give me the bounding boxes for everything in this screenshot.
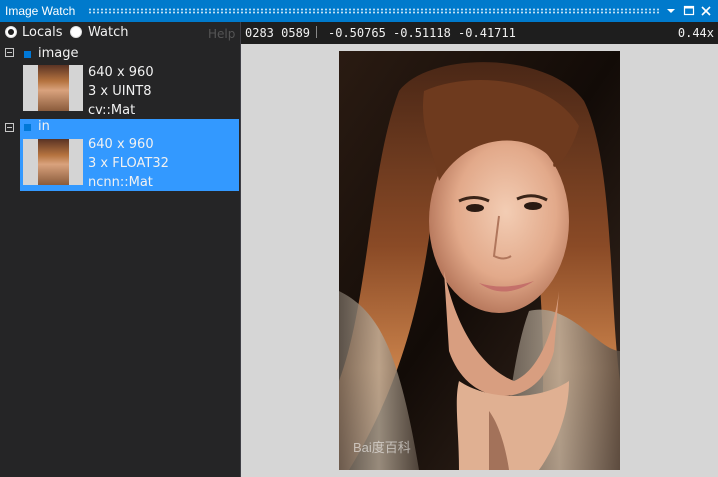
pixel-coordinates: 0283 0589	[245, 26, 311, 40]
image-thumbnail	[23, 139, 83, 185]
list-item-image[interactable]: image 640 x 960 3 x UINT8 cv::Mat	[0, 44, 240, 118]
item-name: image	[38, 46, 79, 61]
scope-selector: Locals Watch	[0, 22, 240, 44]
item-info: 640 x 960 3 x FLOAT32 ncnn::Mat	[88, 135, 169, 192]
item-size: 640 x 960	[88, 137, 154, 152]
thumbnail-picture	[38, 139, 69, 185]
help-label[interactable]: Help	[208, 27, 235, 41]
item-class: ncnn::Mat	[88, 175, 153, 190]
title-bar: Image Watch	[0, 0, 718, 22]
window-title: Image Watch	[5, 4, 76, 18]
pixel-info-bar: 0283 0589 -0.50765 -0.51118 -0.41711 0.4…	[241, 22, 718, 44]
locals-radio[interactable]	[5, 26, 17, 38]
image-viewer[interactable]: Bai度百科	[241, 44, 718, 477]
watch-label[interactable]: Watch	[88, 25, 128, 41]
watch-radio[interactable]	[70, 26, 82, 38]
collapse-icon[interactable]	[5, 123, 14, 132]
zoom-level: 0.44x	[677, 26, 714, 40]
photo-watermark: Bai度百科	[353, 440, 411, 455]
pixel-values: -0.50765 -0.51118 -0.41711	[328, 26, 516, 40]
locals-label[interactable]: Locals	[22, 25, 62, 41]
image-thumbnail	[23, 65, 83, 111]
item-color-square	[24, 124, 31, 131]
toolbar-separator	[316, 26, 317, 38]
list-item-in[interactable]: in 640 x 960 3 x FLOAT32 ncnn::Mat	[0, 118, 240, 192]
item-color-square	[24, 51, 31, 58]
displayed-image[interactable]: Bai度百科	[339, 51, 620, 470]
title-grip	[88, 8, 660, 14]
item-type: 3 x UINT8	[88, 84, 152, 99]
close-icon[interactable]	[699, 3, 713, 18]
item-name: in	[38, 119, 50, 134]
portrait-photo	[339, 51, 620, 470]
collapse-icon[interactable]	[5, 48, 14, 57]
dropdown-icon[interactable]	[664, 3, 678, 18]
maximize-icon[interactable]	[682, 3, 696, 18]
item-type: 3 x FLOAT32	[88, 156, 169, 171]
item-info: 640 x 960 3 x UINT8 cv::Mat	[88, 63, 154, 120]
item-size: 640 x 960	[88, 65, 154, 80]
thumbnail-picture	[38, 65, 69, 111]
